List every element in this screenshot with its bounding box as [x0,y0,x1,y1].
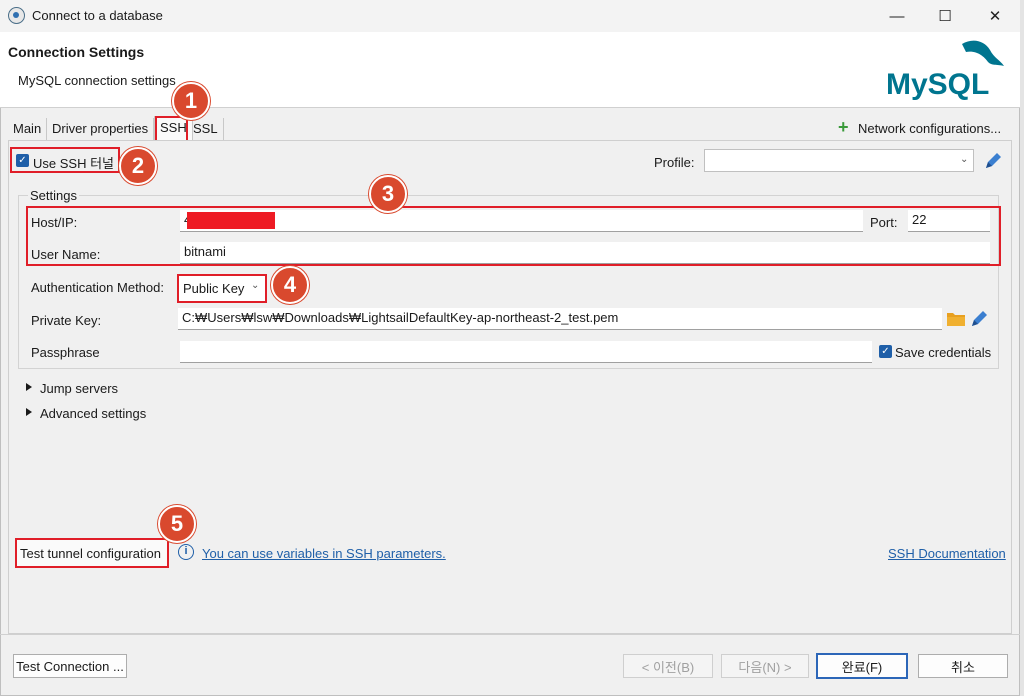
info-icon: i [178,544,194,560]
profile-label: Profile: [654,155,695,170]
minimize-button[interactable]: — [874,0,920,32]
profile-select[interactable] [704,149,974,172]
annotation-box-4 [177,274,267,303]
auth-method-label: Authentication Method: [31,280,164,295]
tab-ssl[interactable]: SSL [188,118,224,140]
pencil-icon[interactable] [968,308,990,330]
ssh-documentation-link[interactable]: SSH Documentation [888,546,1006,561]
chevron-down-icon: ⌄ [960,154,969,165]
finish-button[interactable]: 완료(F) [816,653,908,679]
close-button[interactable]: ✕ [972,0,1018,32]
save-credentials-checkbox[interactable]: ✓ [879,345,892,358]
mysql-logo-text: MySQL [886,68,989,101]
tab-driver-properties[interactable]: Driver properties [47,118,155,140]
page-subtitle: MySQL connection settings [18,73,176,88]
network-configurations-link[interactable]: Network configurations... [858,121,1001,136]
plus-icon: + [838,117,849,137]
save-credentials-label: Save credentials [895,345,992,360]
annotation-badge-2: 2 [119,147,157,185]
window-title: Connect to a database [32,8,163,23]
annotation-badge-4: 4 [271,266,309,304]
jump-servers-toggle[interactable]: Jump servers [40,381,118,396]
private-key-input[interactable]: C:₩Users₩lsw₩Downloads₩LightsailDefaultK… [178,308,942,330]
cancel-button[interactable]: 취소 [918,654,1008,678]
maximize-button[interactable]: ☐ [922,0,968,32]
next-button[interactable]: 다음(N) > [721,654,809,678]
annotation-box-5 [15,538,169,568]
page-title: Connection Settings [8,44,145,60]
tab-main[interactable]: Main [8,118,48,140]
settings-group-title: Settings [28,188,79,203]
annotation-badge-3: 3 [369,175,407,213]
private-key-label: Private Key: [31,313,102,328]
test-connection-button[interactable]: Test Connection ... [13,654,127,678]
expand-triangle-icon[interactable] [26,383,32,391]
annotation-box-2 [10,147,120,173]
folder-icon[interactable] [946,310,966,328]
expand-triangle-icon[interactable] [26,408,32,416]
annotation-box-3 [26,206,1001,266]
header-banner [0,32,1020,108]
footer-divider [0,634,1020,635]
passphrase-input[interactable] [180,341,872,363]
back-button[interactable]: < 이전(B) [623,654,713,678]
pencil-icon[interactable] [982,150,1004,172]
advanced-settings-toggle[interactable]: Advanced settings [40,406,146,421]
ssh-variables-link[interactable]: You can use variables in SSH parameters. [202,546,446,561]
mysql-logo: MySQL [886,40,1004,101]
passphrase-label: Passphrase [31,345,100,360]
annotation-badge-1: 1 [172,82,210,120]
annotation-badge-5: 5 [158,505,196,543]
app-icon [8,7,25,24]
